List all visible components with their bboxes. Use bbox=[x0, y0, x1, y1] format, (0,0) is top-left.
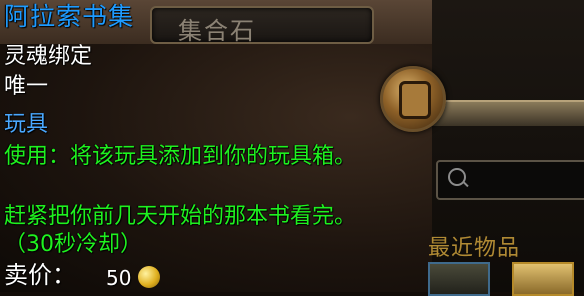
item-name: 阿拉索书集 bbox=[4, 2, 135, 31]
recent-item-slot[interactable] bbox=[428, 262, 490, 296]
item-cooldown: （30秒冷却） bbox=[4, 232, 142, 257]
recent-item-slot[interactable] bbox=[512, 262, 574, 296]
item-tooltip: 阿拉索书集 灵魂绑定 唯一 玩具 使用：将该玩具添加到你的玩具箱。 赶紧把你前几… bbox=[0, 0, 420, 292]
gold-coin-icon bbox=[138, 266, 160, 288]
recent-items-label: 最近物品 bbox=[428, 236, 521, 261]
item-unique: 唯一 bbox=[4, 74, 49, 99]
item-use-text: 使用：将该玩具添加到你的玩具箱。 bbox=[4, 144, 357, 169]
item-type: 玩具 bbox=[4, 112, 49, 137]
item-flavor-text: 赶紧把你前几天开始的那本书看完。 bbox=[4, 204, 357, 229]
sell-price-value: 50 bbox=[106, 266, 132, 290]
sell-price-label: 卖价： bbox=[4, 261, 76, 289]
search-icon[interactable] bbox=[448, 168, 466, 186]
item-binding: 灵魂绑定 bbox=[4, 44, 93, 69]
